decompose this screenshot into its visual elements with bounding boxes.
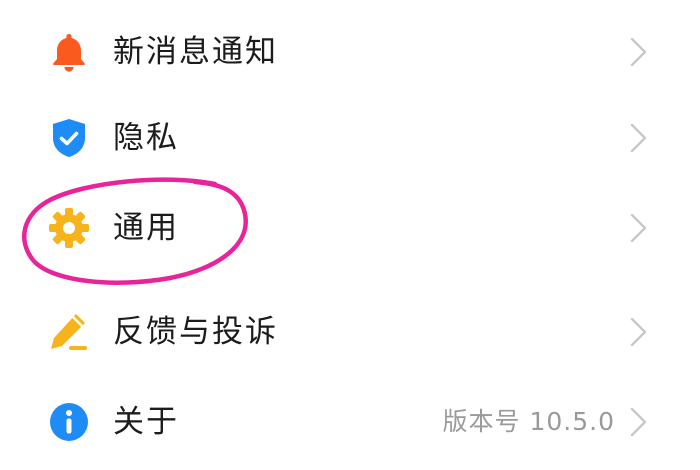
settings-item-label: 通用: [113, 210, 179, 246]
settings-item-label: 反馈与投诉: [113, 314, 278, 350]
shield-check-icon: [45, 114, 93, 162]
chevron-right-icon: [628, 316, 650, 348]
chevron-right-icon: [628, 36, 650, 68]
chevron-right-icon: [628, 212, 650, 244]
settings-item-notifications[interactable]: 新消息通知: [0, 8, 700, 98]
chevron-right-icon: [628, 406, 650, 438]
chevron-right-icon: [628, 122, 650, 154]
bell-icon: [45, 28, 93, 76]
settings-item-feedback[interactable]: 反馈与投诉: [0, 288, 700, 378]
settings-item-label: 隐私: [113, 120, 179, 156]
settings-list: 新消息通知 隐私 通用 反馈与投诉 关于 版本号 10.5.0: [0, 0, 700, 470]
settings-item-general[interactable]: 通用: [0, 184, 700, 274]
pencil-icon: [45, 308, 93, 356]
info-icon: [45, 398, 93, 446]
gear-icon: [45, 204, 93, 252]
settings-item-privacy[interactable]: 隐私: [0, 94, 700, 184]
settings-item-label: 关于: [113, 404, 179, 440]
settings-item-label: 新消息通知: [113, 34, 278, 70]
version-value: 版本号 10.5.0: [442, 407, 615, 436]
settings-item-about[interactable]: 关于 版本号 10.5.0: [0, 378, 700, 468]
